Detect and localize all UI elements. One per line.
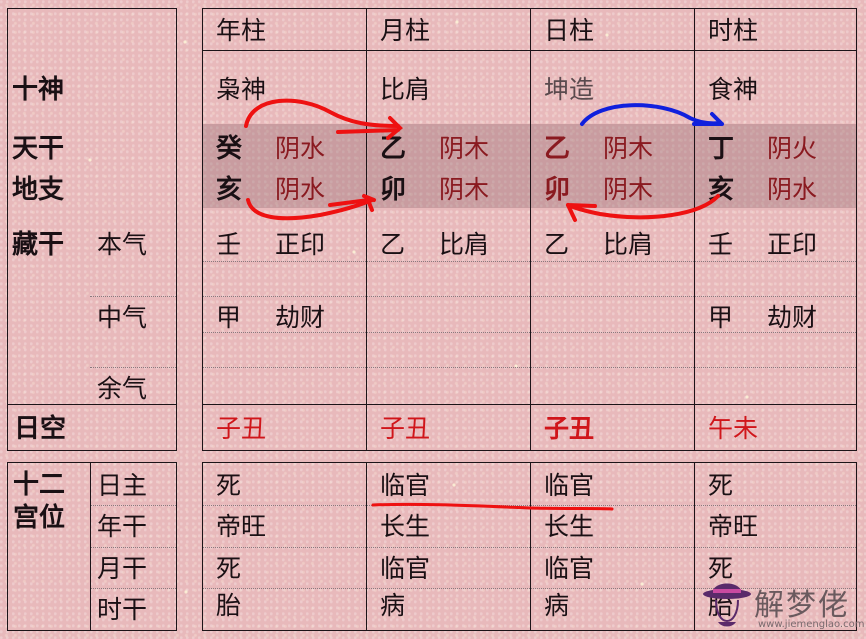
dotted-divider [203,547,856,548]
watermark: 解梦佬 www.jiemenglao.com [702,578,865,636]
column-divider [530,8,531,451]
palace-rizhu-niangan: 长生 [544,512,595,541]
header-yuezhu: 月柱 [380,16,431,45]
label-zhongqi: 中气 [97,303,148,332]
benqi-stem-yuezhu: 乙 [380,230,406,259]
palace-nianzhu-niangan: 帝旺 [216,512,267,541]
zhongqi-stem-shizhu: 甲 [708,303,734,332]
tiangan-char-nianzhu: 癸 [216,134,243,164]
sparkle [183,40,187,44]
dotted-divider [90,367,176,368]
divider [7,404,177,405]
palace-nianzhu-shigan: 胎 [216,591,242,620]
label-rikong: 日空 [14,414,67,444]
zhongqi-god-shizhu: 劫财 [767,303,818,332]
palace-shizhu-rizhu: 死 [708,471,734,500]
palace-yuezhu-rizhu: 临官 [380,471,431,500]
palace-nianzhu-yuegan: 死 [216,554,242,583]
label-gongwei: 宫位 [13,503,66,533]
zhongqi-stem-nianzhu: 甲 [216,303,242,332]
column-divider [694,8,695,451]
palace-yuezhu-yuegan: 临官 [380,554,431,583]
shishen-shizhu: 食神 [708,75,759,104]
benqi-stem-shizhu: 壬 [708,230,734,259]
label-tiangan: 天干 [12,134,65,164]
label-shigan: 时干 [97,595,148,624]
palace-yuezhu-shigan: 病 [380,591,406,620]
dotted-divider [203,261,856,262]
benqi-god-rizhu: 比肩 [603,230,654,259]
palace-rizhu-yuegan: 临官 [544,554,595,583]
label-dizhi: 地支 [12,175,65,205]
label-yuqi: 余气 [97,374,148,403]
benqi-stem-rizhu: 乙 [544,230,570,259]
header-nianzhu: 年柱 [216,16,267,45]
palace-rizhu-rizhu: 临官 [544,471,595,500]
dotted-divider [91,547,176,548]
dizhi-element-rizhu: 阴木 [603,175,654,204]
tiangan-char-rizhu: 乙 [544,134,571,164]
rikong-shizhu: 午未 [708,414,759,443]
tiangan-element-nianzhu: 阴水 [275,134,326,163]
label-niangan: 年干 [97,512,148,541]
dizhi-char-shizhu: 亥 [708,175,735,205]
label-canggan: 藏干 [12,230,65,260]
dotted-divider [203,367,856,368]
header-shizhu: 时柱 [708,16,759,45]
tiangan-element-yuezhu: 阴木 [439,134,490,163]
rikong-rizhu: 子丑 [544,414,595,443]
tiangan-char-yuezhu: 乙 [380,134,407,164]
column-divider [366,8,367,451]
header-rizhu: 日柱 [544,16,595,45]
label-shier: 十二 [13,470,66,500]
dotted-divider [203,296,856,297]
benqi-stem-nianzhu: 壬 [216,230,242,259]
tiangan-char-shizhu: 丁 [708,134,735,164]
tiangan-element-shizhu: 阴火 [767,134,818,163]
shishen-nianzhu: 枭神 [216,75,267,104]
dizhi-char-nianzhu: 亥 [216,175,243,205]
palace-shizhu-niangan: 帝旺 [708,512,759,541]
zhongqi-god-nianzhu: 劫财 [275,303,326,332]
dotted-divider [203,505,856,506]
dizhi-char-yuezhu: 卯 [380,175,407,205]
rikong-nianzhu: 子丑 [216,414,267,443]
label-rizhu: 日主 [97,471,148,500]
palace-nianzhu-rizhu: 死 [216,471,242,500]
label-shishen: 十神 [12,75,65,105]
dizhi-element-nianzhu: 阴水 [275,175,326,204]
shishen-rizhu: 坤造 [544,75,595,104]
label-benqi: 本气 [97,230,148,259]
watermark-url: www.jiemenglao.com [758,619,865,630]
benqi-god-yuezhu: 比肩 [439,230,490,259]
dizhi-element-yuezhu: 阴木 [439,175,490,204]
shishen-yuezhu: 比肩 [380,75,431,104]
dizhi-element-shizhu: 阴水 [767,175,818,204]
tiangan-element-rizhu: 阴木 [603,134,654,163]
palace-rizhu-shigan: 病 [544,591,570,620]
dotted-divider [91,505,176,506]
watermark-name: 解梦佬 [754,588,850,623]
dizhi-char-rizhu: 卯 [544,175,571,205]
benqi-god-nianzhu: 正印 [275,230,326,259]
palace-yuezhu-niangan: 长生 [380,512,431,541]
dotted-divider [90,296,176,297]
rikong-yuezhu: 子丑 [380,414,431,443]
label-yuegan: 月干 [97,554,148,583]
dotted-divider [91,588,176,589]
sparkle [184,590,188,594]
benqi-god-shizhu: 正印 [767,230,818,259]
mascot-hat-icon [703,583,751,627]
